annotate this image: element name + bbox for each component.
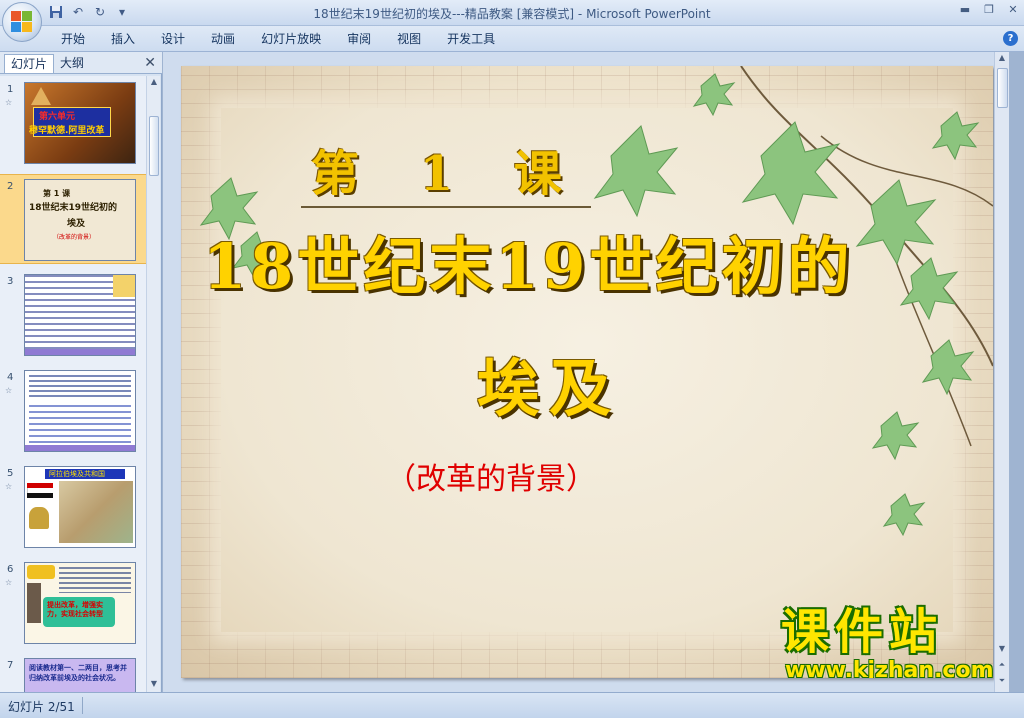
scroll-up-icon[interactable]: ▲ bbox=[997, 53, 1007, 65]
thumbnail-map bbox=[59, 481, 133, 543]
thumbnail-footer bbox=[25, 349, 135, 355]
thumbnail-text: 第 1 课 bbox=[43, 189, 71, 198]
slide-number: 6 bbox=[7, 564, 14, 575]
title-bar: ↶ ↻ ▾ 18世纪末19世纪初的埃及---精品教案 [兼容模式] - Micr… bbox=[0, 0, 1024, 26]
office-logo-icon bbox=[11, 11, 33, 33]
slide-title-line-1: 18世纪末19世纪初的 bbox=[203, 230, 854, 303]
thumbnail-footer bbox=[25, 445, 135, 451]
thumbnail-image: 阅读教材第一、二两目，思考并归纳改革前埃及的社会状况。 bbox=[24, 658, 136, 692]
slide-thumbnail-1[interactable]: 1 ☆ 第六单元 穆罕默德.阿里改革 bbox=[0, 78, 146, 168]
tab-developer[interactable]: 开发工具 bbox=[434, 31, 508, 47]
thumbnail-image: 阿拉伯埃及共和国 bbox=[24, 466, 136, 548]
scroll-down-icon[interactable]: ▼ bbox=[149, 679, 159, 691]
flag-black bbox=[27, 493, 53, 498]
slide-indicator: 幻灯片 2/51 bbox=[8, 700, 75, 714]
thumbnail-image: 第 1 课 18世纪末19世纪初的 埃及 （改革的背景） bbox=[24, 179, 136, 261]
slide-number: 3 bbox=[7, 276, 14, 287]
minimize-icon[interactable]: ▬ bbox=[958, 3, 972, 17]
thumbnail-text-lines bbox=[29, 405, 131, 445]
thumbnail-text: 阅读教材第一、二两目，思考并归纳改革前埃及的社会状况。 bbox=[29, 664, 127, 682]
slides-pane: 幻灯片 大纲 ✕ 1 ☆ 第六单元 穆罕默德.阿里改革 2 第 1 课 18世纪… bbox=[0, 52, 162, 692]
scrollbar-thumb[interactable] bbox=[997, 68, 1008, 108]
tab-home[interactable]: 开始 bbox=[48, 31, 98, 47]
slide-thumbnail-3[interactable]: 3 bbox=[0, 270, 146, 360]
office-button[interactable] bbox=[2, 2, 42, 42]
tab-review[interactable]: 审阅 bbox=[334, 31, 384, 47]
thumbnail-scrollbar[interactable]: ▲ ▼ bbox=[146, 76, 160, 692]
close-icon[interactable]: ✕ bbox=[1006, 3, 1020, 17]
slide-thumbnail-2[interactable]: 2 第 1 课 18世纪末19世纪初的 埃及 （改革的背景） bbox=[0, 174, 146, 264]
watermark-url: www.kjzhan.com bbox=[785, 658, 993, 678]
current-slide[interactable]: 第 1 课 18世纪末19世纪初的 埃及 （改革的背景） 课件站 www.kjz… bbox=[181, 66, 993, 678]
thumbnail-text-lines bbox=[59, 567, 131, 593]
lesson-number: 第 1 课 bbox=[311, 146, 584, 202]
slide-number: 2 bbox=[7, 181, 14, 192]
slide-thumbnail-6[interactable]: 6 ☆ 提出改革，增强实力，实现社会转型 bbox=[0, 558, 146, 648]
kjzhan-watermark: 课件站 www.kjzhan.com bbox=[781, 606, 993, 678]
previous-slide-icon[interactable]: ⏶ bbox=[997, 660, 1007, 672]
next-slide-icon[interactable]: ⏷ bbox=[997, 676, 1007, 688]
thumbnail-image: 提出改革，增强实力，实现社会转型 bbox=[24, 562, 136, 644]
slide-number: 5 bbox=[7, 468, 14, 479]
restore-icon[interactable]: ❐ bbox=[982, 3, 996, 17]
window-controls: ▬ ❐ ✕ bbox=[958, 3, 1020, 17]
slide-title-line-2: 埃及 bbox=[477, 352, 622, 425]
animation-icon: ☆ bbox=[5, 98, 13, 107]
thumbnail-image: 第六单元 穆罕默德.阿里改革 bbox=[24, 82, 136, 164]
thumbnail-text: 阿拉伯埃及共和国 bbox=[49, 470, 105, 478]
scroll-up-icon[interactable]: ▲ bbox=[149, 77, 159, 89]
slide-subtitle: （改革的背景） bbox=[386, 462, 596, 497]
slide-thumbnail-4[interactable]: 4 ☆ bbox=[0, 366, 146, 456]
thumbnail-text: 提出改革，增强实力，实现社会转型 bbox=[47, 601, 103, 618]
tab-design[interactable]: 设计 bbox=[148, 31, 198, 47]
thumbnail-image-block bbox=[113, 275, 135, 297]
animation-icon: ☆ bbox=[5, 386, 13, 395]
thumbnail-image bbox=[24, 274, 136, 356]
thumbnail-text-lines bbox=[29, 375, 131, 397]
slide-scrollbar[interactable]: ▲ ▼ ⏶ ⏷ bbox=[994, 52, 1009, 692]
thumbnail-text: 埃及 bbox=[67, 219, 86, 229]
emblem-icon bbox=[29, 507, 49, 529]
tab-insert[interactable]: 插入 bbox=[98, 31, 148, 47]
thumbnail-text: 第六单元 bbox=[39, 112, 76, 122]
window-title: 18世纪末19世纪初的埃及---精品教案 [兼容模式] - Microsoft … bbox=[313, 7, 711, 21]
thumbnail-text: （改革的背景） bbox=[53, 234, 96, 241]
slide-editing-area: 第 1 课 18世纪末19世纪初的 埃及 （改革的背景） 课件站 www.kjz… bbox=[163, 52, 1009, 692]
pyramid-shape bbox=[31, 87, 51, 105]
animation-icon: ☆ bbox=[5, 578, 13, 587]
scroll-down-icon[interactable]: ▼ bbox=[997, 644, 1007, 656]
slide-thumbnail-5[interactable]: 5 ☆ 阿拉伯埃及共和国 bbox=[0, 462, 146, 552]
tab-outline[interactable]: 大纲 bbox=[54, 54, 90, 73]
thumbnail-text: 18世纪末19世纪初的 bbox=[29, 203, 118, 213]
slide-number: 7 bbox=[7, 660, 14, 671]
slide-number: 4 bbox=[7, 372, 14, 383]
pane-tabs: 幻灯片 大纲 ✕ bbox=[0, 52, 162, 74]
thumbnail-text: 穆罕默德.阿里改革 bbox=[29, 126, 105, 136]
tab-slide-show[interactable]: 幻灯片放映 bbox=[248, 31, 334, 47]
close-pane-icon[interactable]: ✕ bbox=[144, 55, 156, 71]
ribbon-tabs: 开始 插入 设计 动画 幻灯片放映 审阅 视图 开发工具 bbox=[48, 31, 508, 47]
status-bar: 幻灯片 2/51 bbox=[0, 692, 1024, 718]
tab-slides[interactable]: 幻灯片 bbox=[4, 54, 55, 73]
slide-thumbnail-list: 1 ☆ 第六单元 穆罕默德.阿里改革 2 第 1 课 18世纪末19世纪初的 埃… bbox=[0, 76, 146, 692]
portrait-image bbox=[27, 583, 41, 623]
scrollbar-thumb[interactable] bbox=[149, 116, 159, 176]
tab-animations[interactable]: 动画 bbox=[198, 31, 248, 47]
thumbnail-badge bbox=[27, 565, 55, 579]
slide-thumbnail-7[interactable]: 7 阅读教材第一、二两目，思考并归纳改革前埃及的社会状况。 bbox=[0, 654, 146, 692]
ribbon: 开始 插入 设计 动画 幻灯片放映 审阅 视图 开发工具 ? bbox=[0, 26, 1024, 52]
animation-icon: ☆ bbox=[5, 482, 13, 491]
slide-number: 1 bbox=[7, 84, 14, 95]
watermark-logo-text: 课件站 bbox=[781, 604, 944, 660]
lesson-underline bbox=[301, 206, 591, 208]
tab-view[interactable]: 视图 bbox=[384, 31, 434, 47]
status-divider bbox=[82, 697, 83, 714]
thumbnail-image bbox=[24, 370, 136, 452]
help-icon[interactable]: ? bbox=[1003, 31, 1018, 46]
